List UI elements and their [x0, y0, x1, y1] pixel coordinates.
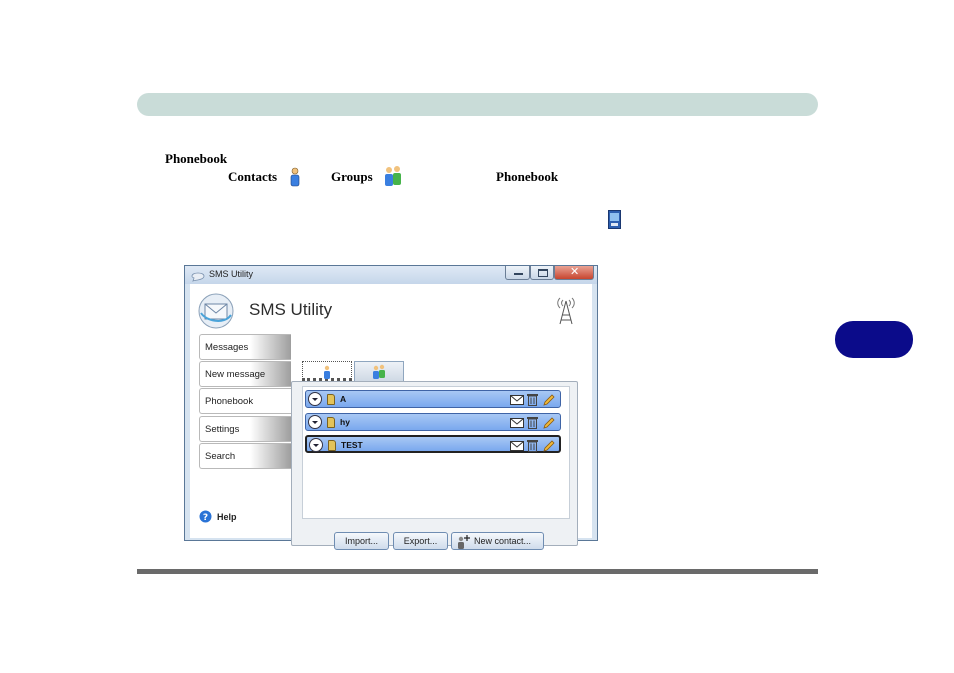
- sim-card-icon: [327, 394, 335, 405]
- expand-icon[interactable]: [308, 392, 322, 406]
- expand-icon[interactable]: [309, 438, 323, 452]
- doc-phonebook-heading: Phonebook: [165, 151, 228, 166]
- message-envelope-icon[interactable]: [510, 393, 524, 411]
- nav-item-messages[interactable]: Messages: [199, 334, 291, 360]
- contact-person-icon: [289, 167, 301, 192]
- sms-utility-window: SMS Utility ✕ SMS Utility Messages New m…: [184, 265, 598, 550]
- add-contact-icon: [457, 534, 471, 554]
- nav-item-settings[interactable]: Settings: [199, 416, 291, 442]
- contact-name: hy: [340, 417, 350, 427]
- window-client-area: SMS Utility Messages New message Phonebo…: [190, 284, 592, 550]
- app-header: SMS Utility: [190, 284, 592, 334]
- envelope-logo-icon: [198, 293, 234, 334]
- chapter-tab: [835, 321, 913, 358]
- maximize-icon: [538, 269, 548, 277]
- chapter-header-bar: [137, 93, 818, 116]
- contact-list[interactable]: A hy TEST: [302, 386, 570, 519]
- sms-utility-app-icon: [608, 210, 621, 234]
- antenna-tower-icon: [554, 295, 578, 330]
- maximize-button[interactable]: [530, 266, 554, 280]
- contact-name: TEST: [341, 440, 363, 450]
- help-label: Help: [217, 512, 237, 522]
- sim-card-icon: [327, 417, 335, 428]
- nav-item-label: New message: [205, 369, 266, 380]
- nav-item-label: Settings: [205, 424, 240, 435]
- edit-pencil-icon[interactable]: [542, 393, 556, 412]
- nav-item-new-message[interactable]: New message: [199, 361, 291, 387]
- delete-trash-icon[interactable]: [527, 416, 538, 434]
- sim-card-icon: [328, 440, 336, 451]
- contact-name: A: [340, 394, 347, 404]
- close-button[interactable]: ✕: [554, 265, 594, 280]
- window-title: SMS Utility: [209, 269, 254, 279]
- minimize-icon: [514, 273, 523, 275]
- svg-text:?: ?: [203, 513, 208, 523]
- nav-item-label: Phonebook: [205, 396, 254, 407]
- doc-phonebook-label: Phonebook: [496, 169, 559, 184]
- delete-trash-icon[interactable]: [527, 439, 538, 457]
- edit-pencil-icon[interactable]: [542, 439, 556, 458]
- page-footer-rule: [137, 569, 818, 574]
- new-contact-button[interactable]: New contact...: [451, 532, 544, 550]
- tab-groups[interactable]: [354, 361, 404, 381]
- expand-icon[interactable]: [308, 415, 322, 429]
- nav-item-phonebook[interactable]: Phonebook: [199, 388, 292, 414]
- export-button[interactable]: Export...: [393, 532, 448, 550]
- nav-item-label: Messages: [205, 342, 249, 353]
- message-envelope-icon[interactable]: [510, 416, 524, 434]
- nav-item-search[interactable]: Search: [199, 443, 291, 469]
- delete-trash-icon[interactable]: [527, 393, 538, 411]
- new-contact-label: New contact...: [474, 536, 532, 546]
- phonebook-panel: A hy TEST Import... Export... New contac…: [291, 381, 578, 550]
- doc-groups-label: Groups: [331, 169, 373, 184]
- edit-pencil-icon[interactable]: [542, 416, 556, 435]
- import-button[interactable]: Import...: [334, 532, 389, 550]
- contact-row[interactable]: A: [305, 390, 561, 408]
- message-envelope-icon[interactable]: [510, 439, 524, 457]
- tab-contacts[interactable]: [302, 361, 352, 381]
- help-icon: ?: [199, 510, 212, 528]
- close-icon: ✕: [570, 265, 580, 278]
- minimize-button[interactable]: [505, 266, 530, 280]
- doc-contacts-label: Contacts: [228, 169, 278, 184]
- contact-row[interactable]: hy: [305, 413, 561, 431]
- contact-row[interactable]: TEST: [305, 435, 561, 453]
- group-people-icon: [383, 165, 403, 192]
- app-title: SMS Utility: [249, 300, 333, 319]
- window-titlebar[interactable]: SMS Utility ✕: [185, 265, 597, 284]
- nav-item-label: Search: [205, 451, 236, 462]
